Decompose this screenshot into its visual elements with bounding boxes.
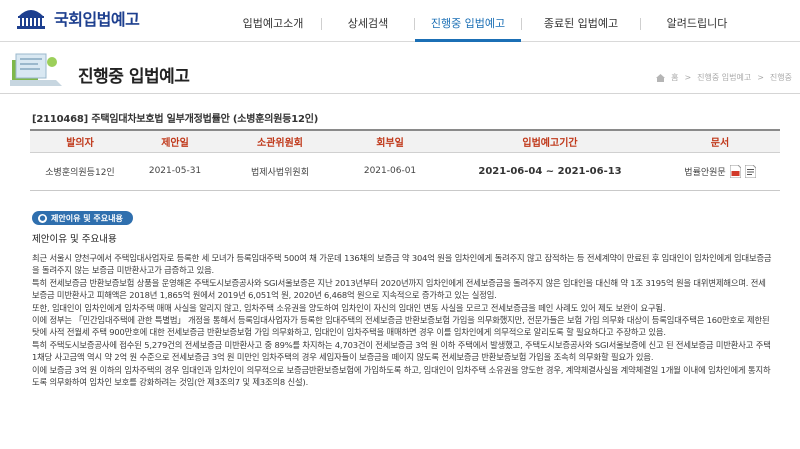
body-paragraph: 이에 보증금 3억 원 이하의 임차주택의 경우 임대인과 임차인이 의무적으로… [32,364,771,388]
site-logo-text: 국회입법예고 [54,10,140,29]
column-header-referral-date: 회부일 [340,130,440,153]
column-header-proposal-date: 제안일 [130,130,220,153]
bill-title: [2110468] 주택임대차보호법 일부개정법률안 (소병훈의원등12인) [32,114,319,125]
top-navigation-bar: 국회입법예고 입법예고소개 상세검색 진행중 입법예고 종료된 입법예고 알려드… [0,0,800,42]
breadcrumb-current: 진행중 [769,73,792,82]
info-icon: ● [38,213,47,223]
document-cell: 법률안원문 [660,152,780,191]
table-header-row: 발의자 제안일 소관위원회 회부일 입법예고기간 문서 [30,130,780,153]
body-paragraph: 특히 전세보증금 반환보증보험 상품을 운영해온 주택도시보증공사와 SGI서울… [32,277,766,301]
body-paragraph: 이에 정부는 「민간임대주택에 관한 특별법」 개정을 통해서 등록임대사업자가… [32,315,770,338]
main-nav: 입법예고소개 상세검색 진행중 입법예고 종료된 입법예고 알려드립니다 [225,0,753,42]
referral-date-cell: 2021-06-01 [340,152,440,191]
committee-cell: 법제사법위원회 [220,152,340,191]
assembly-building-icon [14,6,48,30]
hwp-document-icon[interactable] [744,164,757,178]
proposer-cell: 소병훈의원등12인 [30,152,130,191]
breadcrumb-section[interactable]: 진행중 입법예고 [697,72,751,83]
column-header-document: 문서 [660,130,780,153]
section-badge-label: 제안이유 및 주요내용 [51,213,123,223]
documents-icon [8,46,68,90]
pdf-icon[interactable] [729,164,742,178]
page-header: 진행중 입법예고 홈 > 진행중 입법예고 > 진행중 [0,42,800,94]
column-header-period: 입법예고기간 [440,130,660,153]
home-icon[interactable] [656,73,666,82]
nav-item-ongoing[interactable]: 진행중 입법예고 [415,0,521,42]
breadcrumb-separator: > [684,73,692,82]
nav-item-closed[interactable]: 종료된 입법예고 [522,0,640,42]
column-header-proposer: 발의자 [30,130,130,153]
breadcrumb-separator: > [757,73,764,82]
breadcrumb-home[interactable]: 홈 [671,72,678,83]
column-header-committee: 소관위원회 [220,130,340,153]
site-logo[interactable]: 국회입법예고 [14,5,140,31]
nav-item-detail-search[interactable]: 상세검색 [322,0,414,42]
document-link[interactable]: 법률안원문 [684,165,725,178]
body-paragraph: 특히 주택도시보증공사에 접수된 5,279건의 전세보증금 미반환사고 중 8… [32,339,771,363]
page-title: 진행중 입법예고 [78,67,190,87]
period-cell: 2021-06-04 ~ 2021-06-13 [440,152,660,191]
body-paragraph: 최근 서울시 양천구에서 주택임대사업자로 등록한 세 모녀가 등록임대주택 5… [32,253,772,276]
section-heading: 제안이유 및 주요내용 [32,234,117,245]
proposal-date-cell: 2021-05-31 [130,152,220,191]
section-badge: ● 제안이유 및 주요내용 [32,211,133,225]
bill-info-table: 발의자 제안일 소관위원회 회부일 입법예고기간 문서 소병훈의원등12인 20… [30,129,780,191]
proposal-body: 최근 서울시 양천구에서 주택임대사업자로 등록한 세 모녀가 등록임대주택 5… [32,252,772,388]
table-row: 소병훈의원등12인 2021-05-31 법제사법위원회 2021-06-01 … [30,152,780,191]
breadcrumb: 홈 > 진행중 입법예고 > 진행중 [656,72,792,83]
body-paragraph: 또한, 임대인이 임차인에게 임차주택 매매 사실을 알리지 않고, 임차주택 … [32,302,666,313]
nav-item-intro[interactable]: 입법예고소개 [225,0,321,42]
nav-item-notices[interactable]: 알려드립니다 [641,0,753,42]
